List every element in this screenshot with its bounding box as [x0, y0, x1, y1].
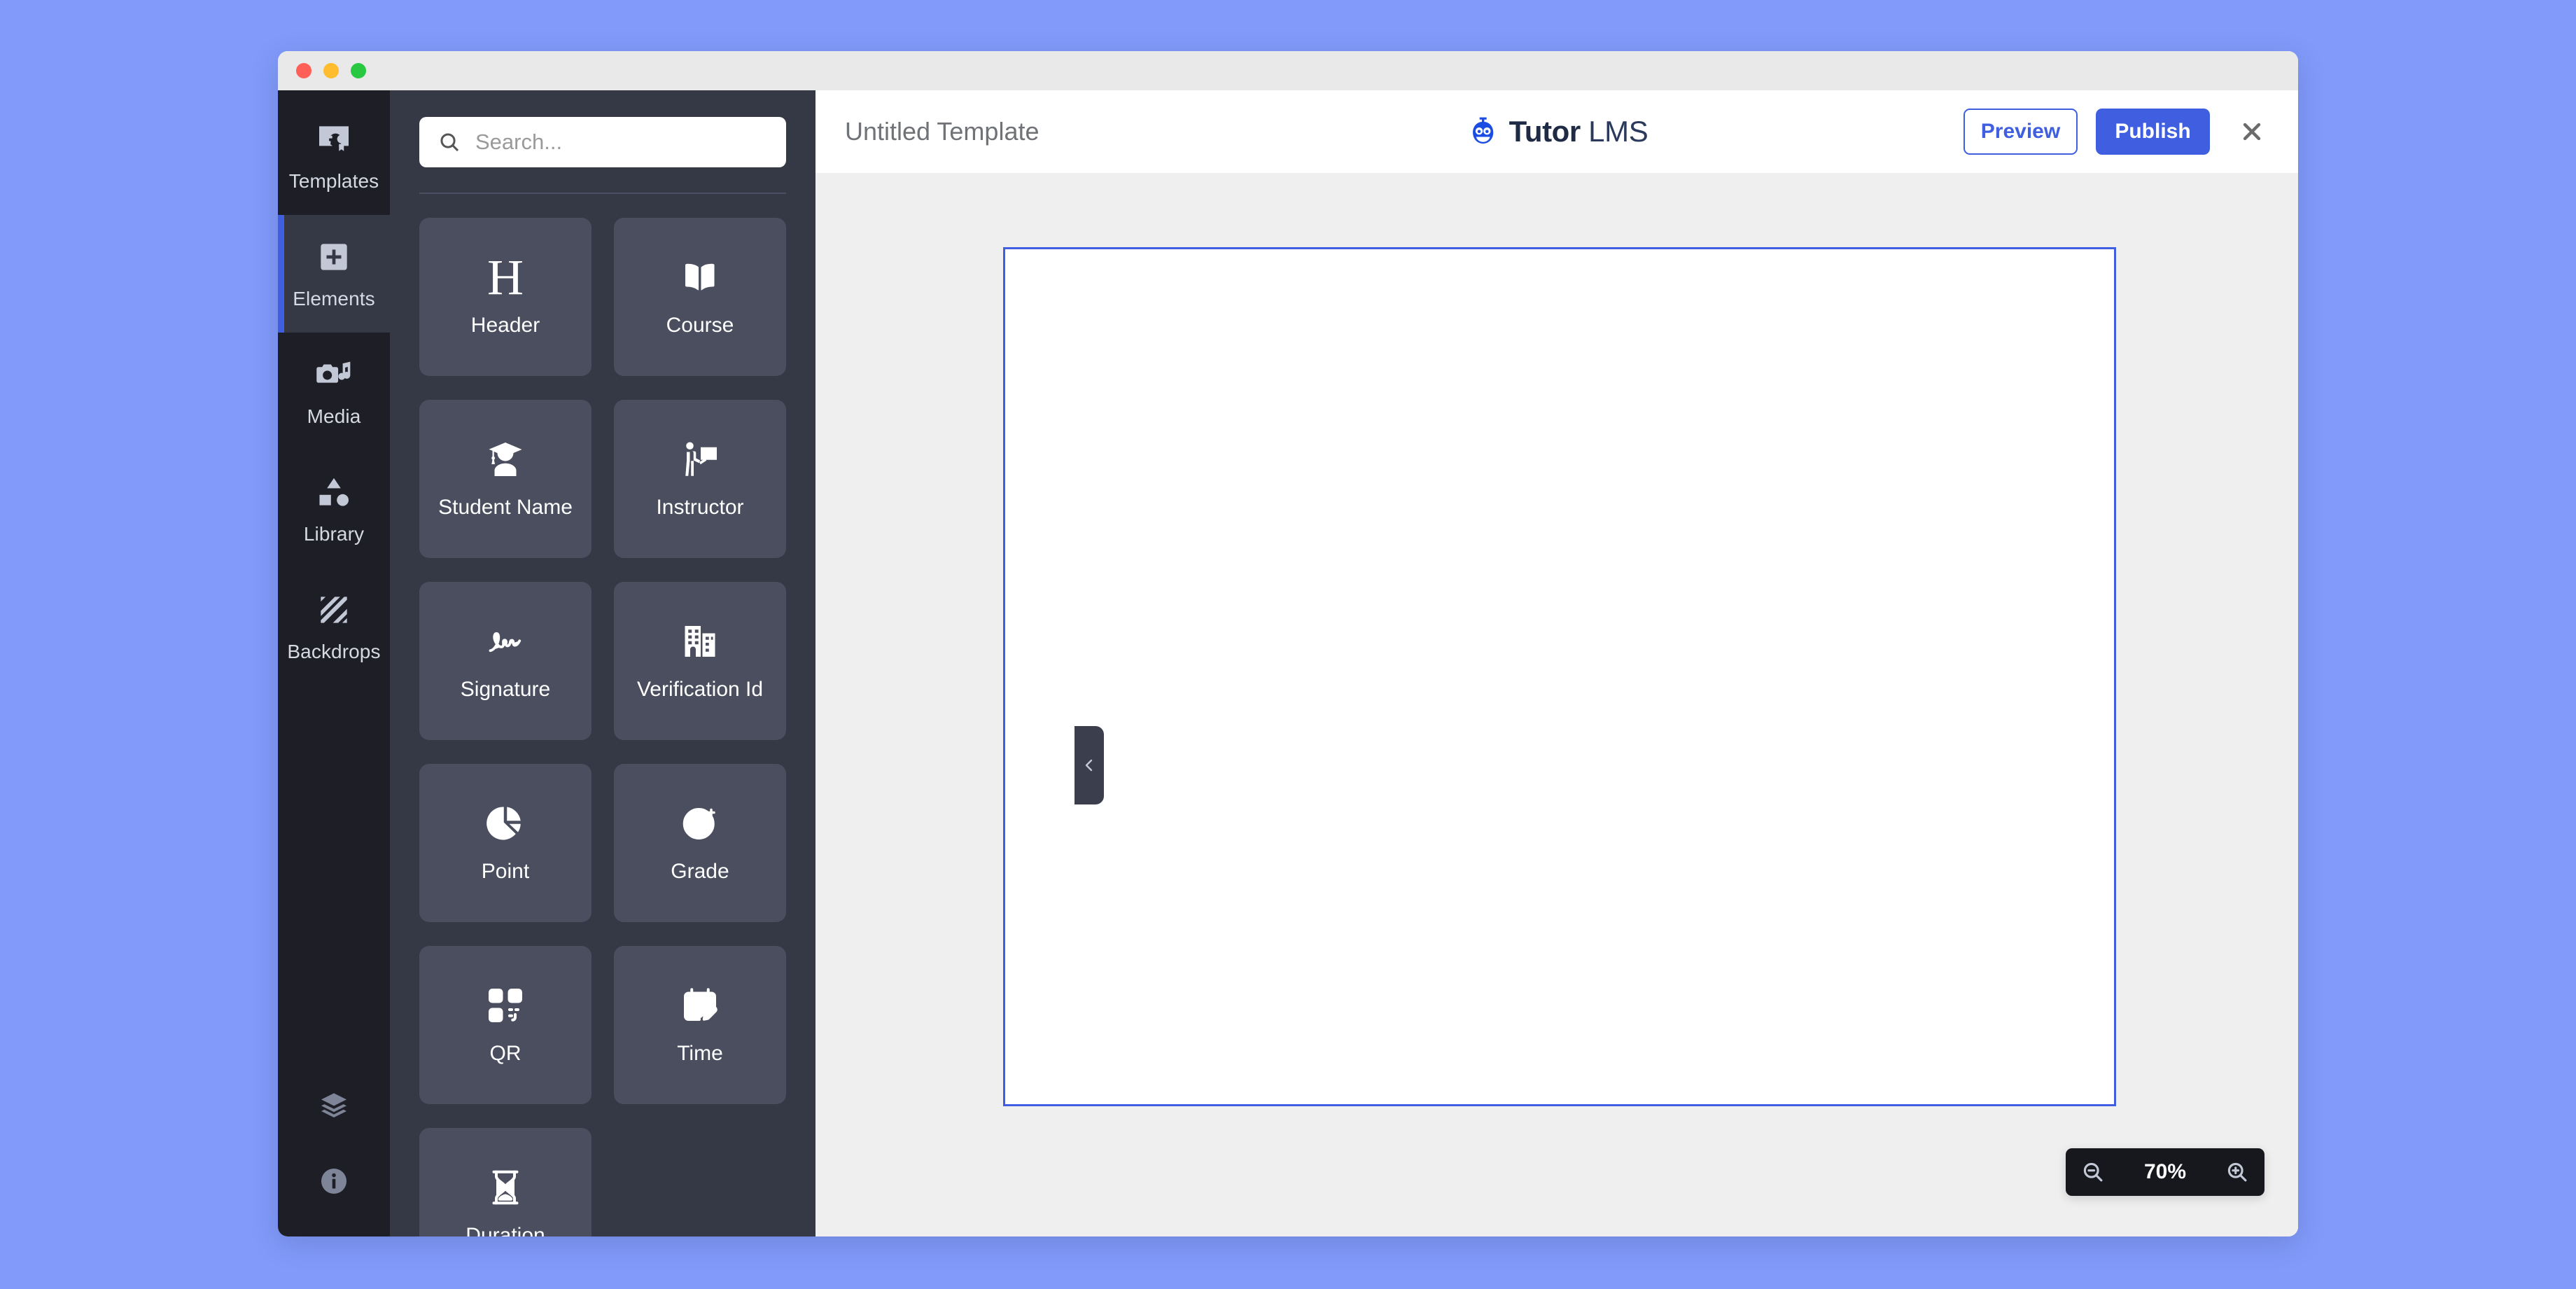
- element-card-verification-id[interactable]: Verification Id: [614, 582, 786, 740]
- element-card-signature[interactable]: Signature: [419, 582, 592, 740]
- stripes-icon: [314, 590, 354, 629]
- instructor-board-icon: [679, 438, 721, 480]
- open-book-icon: [679, 256, 721, 298]
- element-card-label: Instructor: [656, 496, 744, 519]
- element-card-label: Student Name: [438, 496, 573, 519]
- element-card-duration[interactable]: Duration: [419, 1128, 592, 1236]
- heading-h-icon: H: [487, 249, 524, 305]
- calendar-icon: [679, 984, 721, 1026]
- window-maximize-button[interactable]: [351, 63, 366, 78]
- media-icon: [314, 355, 354, 394]
- preview-button[interactable]: Preview: [1963, 109, 2078, 155]
- rail-spacer: [278, 685, 390, 1089]
- left-icon-rail: Templates Elements Media Library Backdro…: [278, 90, 390, 1236]
- element-card-label: Header: [470, 314, 540, 337]
- publish-button[interactable]: Publish: [2096, 109, 2210, 155]
- window-titlebar: [278, 51, 2298, 90]
- brand-name-light: LMS: [1588, 115, 1648, 148]
- app-window: Templates Elements Media Library Backdro…: [278, 51, 2298, 1236]
- editor-topbar: Untitled Template Tutor LMS Preview Publ…: [816, 90, 2298, 173]
- zoom-in-button[interactable]: [2210, 1148, 2264, 1196]
- hourglass-icon: [484, 1166, 526, 1208]
- element-card-label: Duration: [465, 1224, 545, 1236]
- tutor-lms-owl-icon: [1466, 114, 1501, 149]
- element-card-grade[interactable]: Grade: [614, 764, 786, 922]
- graduate-user-icon: [484, 438, 526, 480]
- brand-logo: Tutor LMS: [1466, 114, 1648, 149]
- element-card-label: Time: [677, 1042, 723, 1065]
- sidebar-item-elements[interactable]: Elements: [278, 215, 390, 333]
- window-minimize-button[interactable]: [323, 63, 339, 78]
- element-card-label: Grade: [671, 860, 729, 883]
- element-card-student-name[interactable]: Student Name: [419, 400, 592, 558]
- element-card-grid: H Header Course Student Name Instructor …: [419, 218, 786, 1236]
- close-icon: [2243, 123, 2261, 141]
- element-card-header[interactable]: H Header: [419, 218, 592, 376]
- zoom-control: 70%: [2065, 1148, 2264, 1196]
- sidebar-item-label: Templates: [288, 170, 379, 192]
- certificate-canvas[interactable]: [1003, 247, 2116, 1106]
- info-icon[interactable]: [318, 1165, 350, 1197]
- close-editor-button[interactable]: [2232, 112, 2272, 151]
- sidebar-item-label: Backdrops: [287, 641, 381, 662]
- sidebar-item-label: Library: [303, 523, 365, 545]
- search-input[interactable]: Search...: [419, 117, 786, 167]
- signature-icon: [484, 620, 526, 662]
- brand-name-bold: Tutor: [1508, 115, 1581, 148]
- magnifier-minus-icon: [2083, 1162, 2103, 1182]
- element-card-qr[interactable]: QR: [419, 946, 592, 1104]
- panel-divider: [419, 193, 786, 194]
- element-card-label: Course: [666, 314, 734, 337]
- sidebar-item-library[interactable]: Library: [278, 450, 390, 568]
- buildings-icon: [679, 620, 721, 662]
- magnifier-plus-icon: [2227, 1162, 2247, 1182]
- element-card-label: Point: [481, 860, 530, 883]
- document-title[interactable]: Untitled Template: [845, 117, 1040, 146]
- zoom-level: 70%: [2143, 1160, 2186, 1183]
- search-placeholder: Search...: [475, 130, 563, 154]
- search-icon: [440, 133, 459, 152]
- element-card-label: Signature: [460, 678, 551, 701]
- qr-code-icon: [484, 984, 526, 1026]
- zoom-out-button[interactable]: [2066, 1148, 2120, 1196]
- main-area: Untitled Template Tutor LMS Preview Publ…: [816, 90, 2298, 1236]
- panel-collapse-handle[interactable]: [1074, 726, 1104, 804]
- sidebar-item-label: Elements: [293, 288, 375, 309]
- plus-square-icon: [314, 237, 354, 277]
- a-plus-circle-icon: [679, 802, 721, 844]
- brand-name: Tutor LMS: [1509, 115, 1648, 148]
- rail-bottom-actions: [278, 1089, 390, 1236]
- sidebar-item-media[interactable]: Media: [278, 333, 390, 450]
- element-card-instructor[interactable]: Instructor: [614, 400, 786, 558]
- topbar-actions: Preview Publish: [1963, 109, 2272, 155]
- sidebar-item-templates[interactable]: Templates: [278, 97, 390, 215]
- sidebar-item-backdrops[interactable]: Backdrops: [278, 568, 390, 685]
- pie-chart-icon: [484, 802, 526, 844]
- certificate-icon: [314, 120, 354, 159]
- sidebar-item-label: Media: [307, 405, 361, 427]
- chevron-left-icon: [1085, 759, 1093, 772]
- element-card-time[interactable]: Time: [614, 946, 786, 1104]
- app-body: Templates Elements Media Library Backdro…: [278, 90, 2298, 1236]
- shapes-icon: [314, 473, 354, 512]
- element-card-label: QR: [489, 1042, 522, 1065]
- element-card-course[interactable]: Course: [614, 218, 786, 376]
- layers-icon[interactable]: [318, 1089, 350, 1122]
- elements-panel: Search... H Header Course Student Name I…: [390, 90, 816, 1236]
- element-card-label: Verification Id: [636, 678, 764, 701]
- element-card-point[interactable]: Point: [419, 764, 592, 922]
- canvas-area[interactable]: 70%: [816, 173, 2298, 1236]
- window-close-button[interactable]: [296, 63, 312, 78]
